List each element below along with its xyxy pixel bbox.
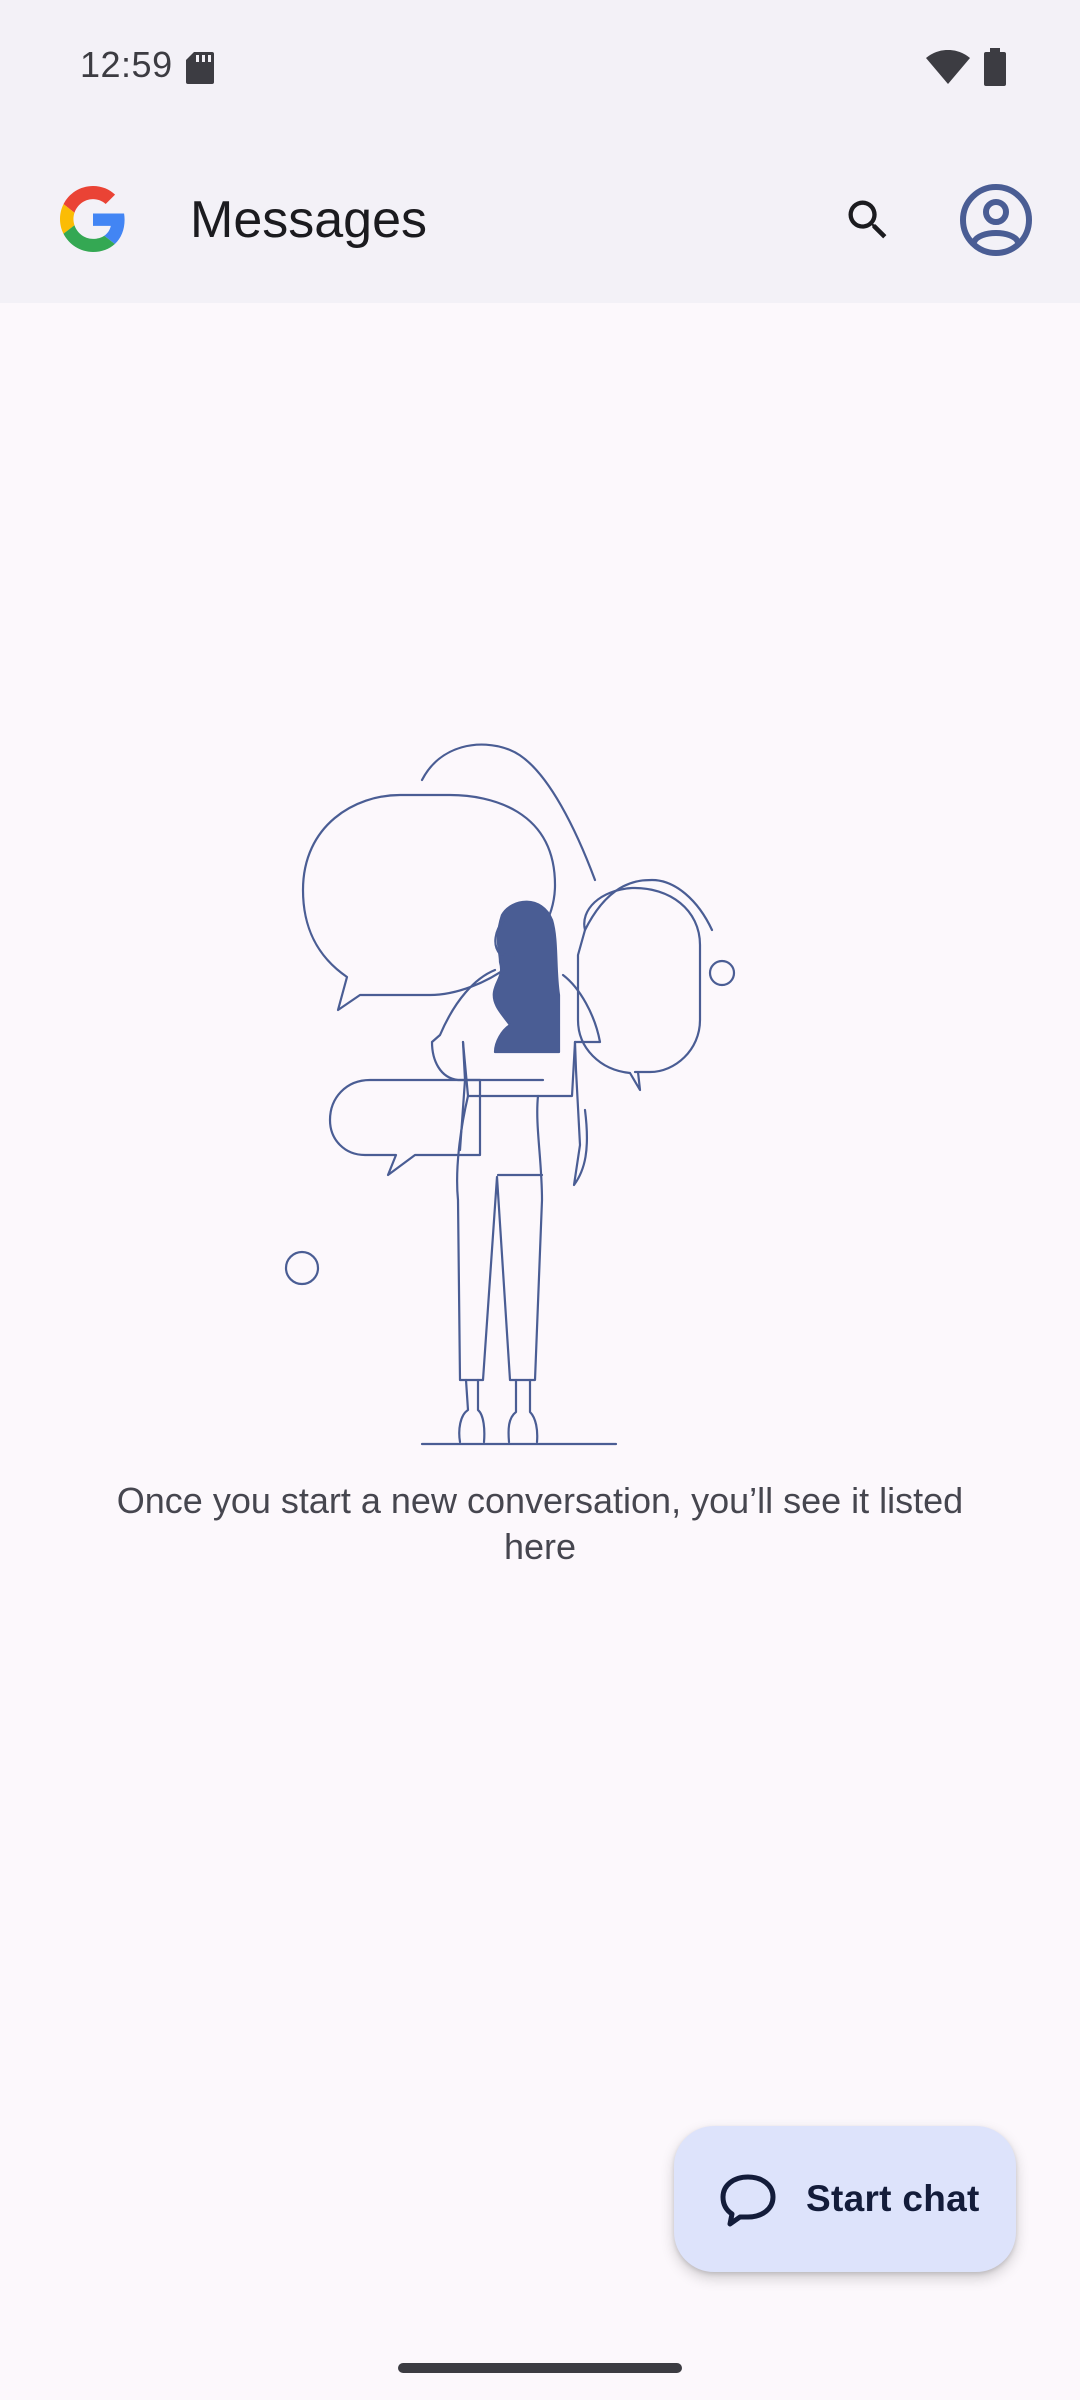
- gesture-nav-handle[interactable]: [398, 2363, 682, 2373]
- search-icon: [848, 200, 887, 239]
- google-logo-icon: [60, 186, 125, 252]
- search-button[interactable]: [832, 184, 904, 256]
- status-time: 12:59: [80, 44, 173, 85]
- app-title: Messages: [190, 191, 427, 249]
- account-circle-icon: [960, 184, 1032, 256]
- status-bar: 12:59: [0, 0, 1080, 140]
- battery-icon: [984, 48, 1006, 86]
- sd-card-icon: [186, 52, 214, 84]
- app-bar: Messages: [0, 140, 1080, 303]
- account-button[interactable]: [956, 180, 1036, 260]
- messages-screen: 12:59 Messages Once you start a new conv…: [0, 0, 1080, 2400]
- wifi-icon: [926, 50, 970, 84]
- empty-conversations-illustration: [284, 743, 736, 1446]
- start-chat-label: Start chat: [806, 2178, 980, 2219]
- start-chat-button[interactable]: Start chat: [674, 2126, 1016, 2272]
- empty-state-message: Once you start a new conversation, you’l…: [116, 1480, 964, 1567]
- chat-bubble-icon: [720, 2174, 776, 2227]
